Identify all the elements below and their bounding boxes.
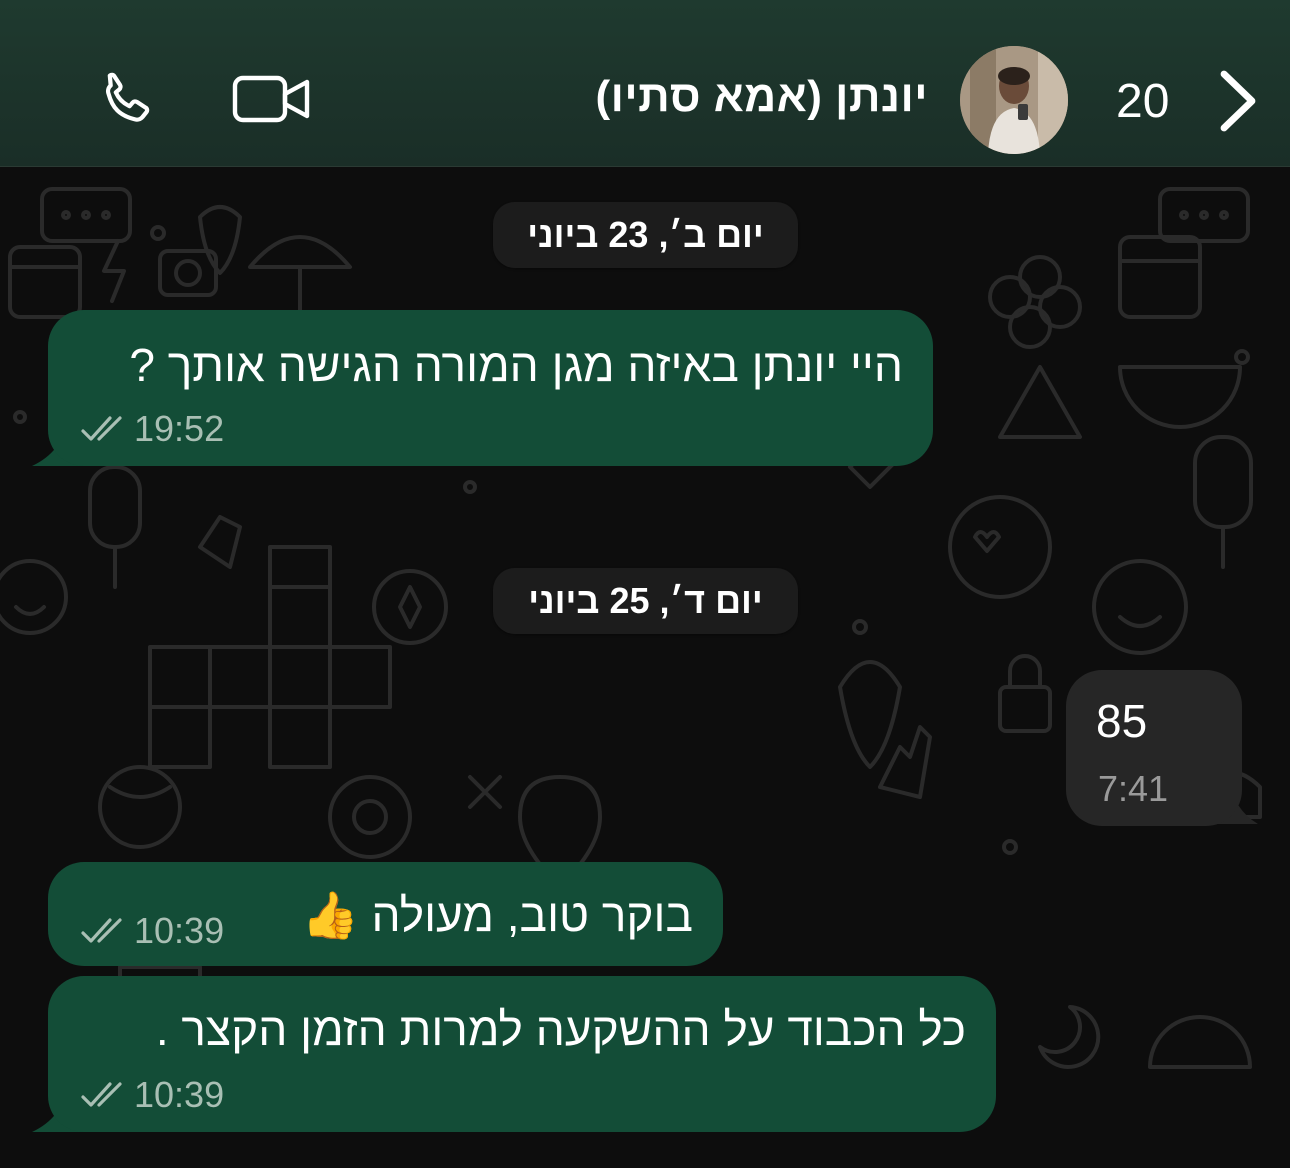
video-icon: [232, 75, 310, 123]
chat-header: יונתן (אמא סתיו) 20: [0, 0, 1290, 167]
read-receipt-icon: [81, 1082, 122, 1107]
message-time: 10:39: [134, 910, 225, 951]
chevron-left-icon: [1220, 70, 1256, 132]
back-button[interactable]: [1208, 66, 1268, 136]
message-text: כל הכבוד על ההשקעה למרות הזמן הקצר .: [155, 1003, 966, 1055]
contact-avatar[interactable]: [960, 46, 1068, 154]
message-time: 19:52: [134, 408, 225, 449]
message-time: 10:39: [134, 1074, 225, 1115]
date-divider: יום ב׳, 23 ביוני: [493, 202, 798, 268]
video-call-button[interactable]: [224, 64, 320, 134]
message-bubble[interactable]: כל הכבוד על ההשקעה למרות הזמן הקצר . 10:…: [48, 976, 996, 1132]
message-time: 7:41: [1098, 768, 1169, 809]
message-text: בוקר טוב, מעולה 👍: [301, 889, 693, 941]
chat-screen: יונתן (אמא סתיו) 20 יום ב׳, 23 ביוני היי: [0, 0, 1290, 1168]
phone-icon: [105, 72, 150, 122]
message-text: היי יונתן באיזה מגן המורה הגישה אותך ?: [129, 339, 903, 391]
avatar-photo: [960, 46, 1068, 154]
message-text: 85: [1096, 695, 1148, 747]
message-meta: 10:39: [80, 1074, 224, 1116]
unread-count[interactable]: 20: [1116, 74, 1169, 129]
message-meta: 19:52: [80, 408, 224, 450]
message-bubble[interactable]: בוקר טוב, מעולה 👍 10:39: [48, 862, 723, 966]
date-divider: יום ד׳, 25 ביוני: [493, 568, 798, 634]
message-meta: 10:39: [80, 910, 224, 952]
message-bubble[interactable]: 85 7:41: [1066, 670, 1242, 826]
read-receipt-icon: [81, 416, 122, 441]
message-meta: 7:41: [1098, 768, 1168, 810]
contact-name[interactable]: יונתן (אמא סתיו): [595, 72, 928, 122]
voice-call-button[interactable]: [86, 62, 166, 142]
message-bubble[interactable]: היי יונתן באיזה מגן המורה הגישה אותך ? 1…: [48, 310, 933, 466]
read-receipt-icon: [81, 918, 122, 943]
